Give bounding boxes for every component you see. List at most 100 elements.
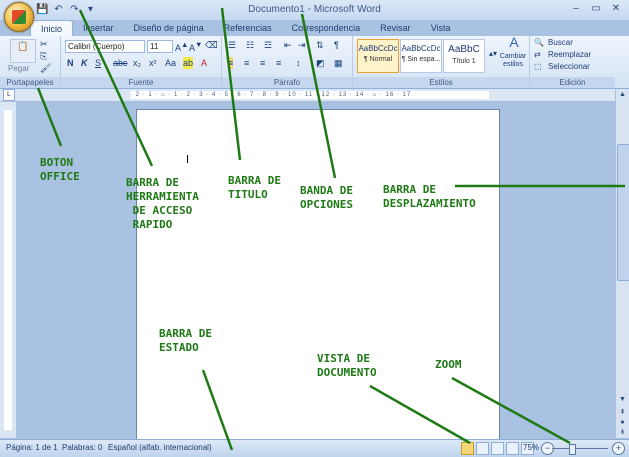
find-icon[interactable]: 🔍 xyxy=(534,37,544,49)
minimize-button[interactable]: – xyxy=(567,2,585,16)
highlight-icon[interactable]: ab xyxy=(183,57,194,69)
format-painter-icon[interactable]: 🖌 xyxy=(40,62,51,74)
horizontal-ruler[interactable]: L · 2 · 1 · ⌂ · 1 · 2 · 3 · 4 · 5 · 6 · … xyxy=(0,89,629,102)
borders-icon[interactable]: ▦ xyxy=(334,57,343,69)
title-bar: 💾 ↶ ↷ ▾ Documento1 - Microsoft Word – ▭ … xyxy=(0,0,629,20)
print-layout-view-icon[interactable] xyxy=(461,442,474,455)
outline-view-icon[interactable] xyxy=(506,442,519,455)
copy-icon[interactable]: ⎘ xyxy=(40,50,47,62)
align-left-icon[interactable]: ≡ xyxy=(228,57,234,69)
tab-correspondencia[interactable]: Correspondencia xyxy=(282,20,371,36)
tab-insertar[interactable]: Insertar xyxy=(73,20,124,36)
line-spacing-icon[interactable]: ↕ xyxy=(296,57,301,69)
paste-button[interactable]: Pegar xyxy=(8,63,29,75)
label-barra-titulo: BARRA DE TITULO xyxy=(228,174,281,201)
font-color-icon[interactable]: A xyxy=(201,57,207,69)
vertical-scrollbar[interactable]: ▲ ▼ ⇞ ● ⇟ xyxy=(615,89,629,438)
scroll-up-icon[interactable]: ▲ xyxy=(616,89,629,100)
scroll-down-icon[interactable]: ▼ xyxy=(616,394,629,405)
ribbon-tabs: Inicio Insertar Diseño de página Referen… xyxy=(30,20,461,36)
replace-button[interactable]: Reemplazar xyxy=(548,49,591,61)
style-sin-espaciado[interactable]: AaBbCcDc ¶ Sin espa... xyxy=(400,39,442,73)
font-group: Calibri (Cuerpo) 11 A▲ A▼ ⌫ N K S abc x₂… xyxy=(61,36,222,88)
shrink-font-icon[interactable]: A▼ xyxy=(189,39,202,54)
shading-icon[interactable]: ◩ xyxy=(316,57,325,69)
ribbon: 📋 Pegar ✂ ⎘ 🖌 Portapapeles Calibri (Cuer… xyxy=(0,35,629,89)
strikethrough-icon[interactable]: abc xyxy=(113,57,128,69)
italic-icon[interactable]: K xyxy=(81,57,88,69)
show-marks-icon[interactable]: ¶ xyxy=(334,39,339,51)
style-preview: AaBbCcDc xyxy=(358,44,398,53)
grow-font-icon[interactable]: A▲ xyxy=(175,39,188,54)
style-preview: AaBbCcDc xyxy=(401,44,441,53)
next-page-icon[interactable]: ⇟ xyxy=(616,427,629,438)
style-name: Título 1 xyxy=(452,58,476,65)
tab-referencias[interactable]: Referencias xyxy=(214,20,282,36)
change-case-icon[interactable]: Aa xyxy=(165,57,176,69)
label-vista-documento: VISTA DE DOCUMENTO xyxy=(317,352,377,379)
subscript-icon[interactable]: x₂ xyxy=(133,57,141,69)
font-name-combo[interactable]: Calibri (Cuerpo) xyxy=(65,40,145,53)
underline-icon[interactable]: S xyxy=(95,57,101,69)
style-name: ¶ Sin espa... xyxy=(401,56,441,63)
cut-icon[interactable]: ✂ xyxy=(40,38,48,50)
style-titulo-1[interactable]: AaBbC Título 1 xyxy=(443,39,485,73)
document-page[interactable] xyxy=(136,109,500,440)
tab-vista[interactable]: Vista xyxy=(421,20,461,36)
language-indicator[interactable]: Español (alfab. internacional) xyxy=(108,443,212,452)
label-barra-desplazamiento: BARRA DE DESPLAZAMIENTO xyxy=(383,183,476,210)
select-button[interactable]: Seleccionar xyxy=(548,61,590,73)
tab-revisar[interactable]: Revisar xyxy=(370,20,421,36)
full-screen-reading-view-icon[interactable] xyxy=(476,442,489,455)
zoom-slider-thumb[interactable] xyxy=(569,444,576,455)
zoom-level[interactable]: 75% xyxy=(523,443,539,452)
status-bar: Página: 1 de 1 Palabras: 0 Español (alfa… xyxy=(0,439,629,457)
word-count[interactable]: Palabras: 0 xyxy=(62,443,102,452)
paste-icon[interactable]: 📋 xyxy=(10,39,36,63)
superscript-icon[interactable]: x² xyxy=(149,57,157,69)
change-styles-button[interactable]: Cambiar estilos xyxy=(496,53,530,69)
bold-icon[interactable]: N xyxy=(67,57,74,69)
paragraph-group-label: Párrafo xyxy=(222,77,352,88)
ruler-scale: · 2 · 1 · ⌂ · 1 · 2 · 3 · 4 · 5 · 6 · 7 … xyxy=(130,91,489,99)
tab-diseno-pagina[interactable]: Diseño de página xyxy=(124,20,214,36)
bullets-icon[interactable]: ☰ xyxy=(228,39,236,51)
align-right-icon[interactable]: ≡ xyxy=(260,57,265,69)
sort-icon[interactable]: ⇅ xyxy=(316,39,324,51)
numbering-icon[interactable]: ☷ xyxy=(246,39,254,51)
tab-inicio[interactable]: Inicio xyxy=(30,20,74,36)
style-name: ¶ Normal xyxy=(363,56,393,63)
find-button[interactable]: Buscar xyxy=(548,37,573,49)
editing-group: 🔍 Buscar ⇄ Reemplazar ⬚ Seleccionar Edic… xyxy=(530,36,615,88)
vertical-ruler[interactable] xyxy=(0,102,17,438)
styles-group: AaBbCcDc ¶ Normal AaBbCcDc ¶ Sin espa...… xyxy=(353,35,530,88)
close-button[interactable]: ✕ xyxy=(607,2,625,16)
zoom-in-icon[interactable]: + xyxy=(612,442,625,455)
clipboard-group-label: Portapapeles xyxy=(0,77,60,88)
justify-icon[interactable]: ≡ xyxy=(276,57,281,69)
text-cursor xyxy=(187,155,188,163)
web-layout-view-icon[interactable] xyxy=(491,442,504,455)
window-title: Documento1 - Microsoft Word xyxy=(248,4,381,15)
replace-icon[interactable]: ⇄ xyxy=(534,49,541,61)
align-center-icon[interactable]: ≡ xyxy=(244,57,249,69)
zoom-slider-track[interactable] xyxy=(552,448,608,449)
change-styles-icon[interactable]: A xyxy=(501,35,527,49)
decrease-indent-icon[interactable]: ⇤ xyxy=(284,39,292,51)
style-normal[interactable]: AaBbCcDc ¶ Normal xyxy=(357,39,399,73)
clear-format-icon[interactable]: ⌫ xyxy=(205,39,218,51)
office-button[interactable] xyxy=(4,2,34,32)
paragraph-group: ☰ ☷ ☲ ⇤ ⇥ ⇅ ¶ ≡ ≡ ≡ ≡ ↕ ◩ ▦ Párrafo xyxy=(222,36,353,88)
select-icon[interactable]: ⬚ xyxy=(534,61,542,73)
vertical-ruler-scale xyxy=(4,110,12,430)
multilevel-list-icon[interactable]: ☲ xyxy=(264,39,272,51)
label-banda-opciones: BANDA DE OPCIONES xyxy=(300,184,353,211)
increase-indent-icon[interactable]: ⇥ xyxy=(298,39,306,51)
style-preview: AaBbC xyxy=(448,44,480,55)
font-size-combo[interactable]: 11 xyxy=(147,40,173,53)
scroll-thumb[interactable] xyxy=(617,144,629,281)
maximize-button[interactable]: ▭ xyxy=(587,2,605,16)
font-group-label: Fuente xyxy=(61,77,221,88)
page-count[interactable]: Página: 1 de 1 xyxy=(6,443,58,452)
tab-selector-icon[interactable]: L xyxy=(3,89,15,101)
